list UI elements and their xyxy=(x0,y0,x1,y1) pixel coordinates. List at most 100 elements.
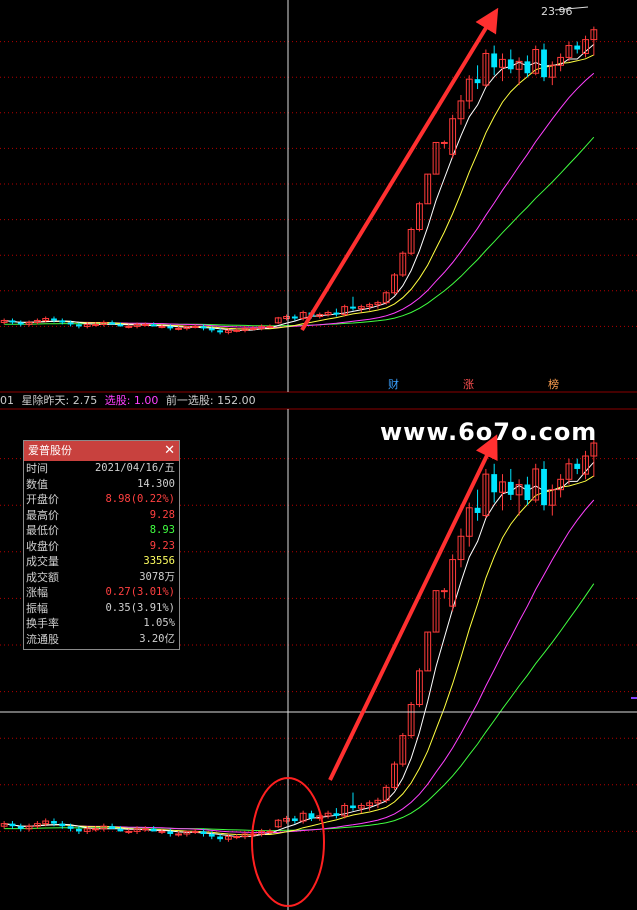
candle-body xyxy=(291,316,298,319)
candle-body xyxy=(17,322,24,325)
candle-body xyxy=(350,306,356,309)
infobox-label: 最低价 xyxy=(26,524,59,537)
candle-body xyxy=(200,326,207,329)
candle-body xyxy=(507,481,514,495)
candle-body xyxy=(333,312,340,315)
candle-body xyxy=(117,324,124,327)
candle-body xyxy=(9,320,16,323)
infobox-label: 振幅 xyxy=(26,601,48,615)
quote-info-box[interactable]: 爱普股份 ✕ 时间 2021/04/16/五 数值 14.300 开盘价 8.98(0.2… xyxy=(23,440,180,650)
watermark: www.6o7o.com xyxy=(380,418,598,446)
candle-body xyxy=(474,507,481,513)
infobox-value: 1.05% xyxy=(143,617,175,629)
ma-line xyxy=(4,44,595,331)
candle-body xyxy=(167,326,174,329)
peak-price-label: 23.96 xyxy=(541,5,573,18)
candle-body xyxy=(440,590,448,593)
infobox-label: 最高价 xyxy=(26,508,59,522)
candle-body xyxy=(125,325,133,328)
candle-body xyxy=(266,325,274,328)
infobox-value: 3078万 xyxy=(139,570,175,583)
infobox-row: 最低价 8.93 xyxy=(24,523,179,539)
infobox-row: 涨幅 0.27(3.01%) xyxy=(24,585,179,601)
infobox-value: 14.300 xyxy=(137,477,175,490)
candle-body xyxy=(266,830,274,833)
infobox-label: 时间 xyxy=(26,462,48,475)
candle-body xyxy=(233,836,241,839)
candle-body xyxy=(59,823,66,827)
candle-body xyxy=(541,49,547,78)
candle-body xyxy=(541,468,547,506)
infobox-row: 振幅 0.35(3.91%) xyxy=(24,601,179,617)
infobox-label: 换手率 xyxy=(26,617,59,630)
candle-body xyxy=(524,61,531,74)
candle-body xyxy=(474,79,481,84)
infobox-row: 开盘价 8.98(0.22%) xyxy=(24,492,179,508)
marker-zhang[interactable]: 涨 xyxy=(461,376,476,392)
infobox-value: 9.28 xyxy=(149,508,175,521)
candle-body xyxy=(125,830,133,833)
infobox-label: 涨幅 xyxy=(26,586,48,599)
candle-body xyxy=(440,141,448,144)
candle-body xyxy=(208,833,215,837)
candle-body xyxy=(92,323,99,326)
candle-body xyxy=(141,323,149,326)
candle-body xyxy=(75,324,82,327)
candle-body xyxy=(67,826,74,829)
infobox-label: 开盘价 xyxy=(26,493,59,506)
candle-body xyxy=(92,828,99,831)
infobox-value: 9.23 xyxy=(149,539,175,552)
candle-body xyxy=(109,322,116,325)
candle-body xyxy=(150,324,157,327)
infobox-row: 流通股 3.20亿 xyxy=(24,632,179,648)
candle-body xyxy=(217,330,224,333)
candle-body xyxy=(67,322,74,325)
candle-body xyxy=(333,813,340,816)
candle-body xyxy=(158,325,166,328)
candle-body xyxy=(51,821,57,824)
infobox-value: 33556 xyxy=(143,555,175,567)
candle-body xyxy=(507,59,514,70)
candle-body xyxy=(524,484,531,501)
candle-body xyxy=(117,828,124,832)
infobox-label: 成交量 xyxy=(26,555,59,568)
ma-line xyxy=(4,54,595,330)
top-candles xyxy=(0,26,598,335)
candle-body xyxy=(200,831,207,834)
infobox-row: 数值 14.300 xyxy=(24,477,179,493)
candle-body xyxy=(574,45,581,50)
infobox-row: 最高价 9.28 xyxy=(24,508,179,524)
marker-bang[interactable]: 榜 xyxy=(546,376,561,392)
marker-cai[interactable]: 财 xyxy=(386,376,401,392)
candle-body xyxy=(175,833,182,836)
candle-body xyxy=(217,836,224,840)
infobox-row: 成交额 3078万 xyxy=(24,570,179,586)
candle-body xyxy=(233,329,241,332)
candle-body xyxy=(208,328,215,331)
infobox-label: 流通股 xyxy=(26,632,59,646)
candle-body xyxy=(9,823,16,827)
indicator-bar: 01 星除昨天: 2.75 选股: 1.00 前一选股: 152.00 xyxy=(0,393,637,409)
top-panel-grid xyxy=(0,41,637,327)
indicator-xg: 选股: 1.00 xyxy=(104,394,159,407)
candle-body xyxy=(158,830,166,833)
ma-line xyxy=(4,136,595,327)
ma-line xyxy=(4,72,595,329)
candle-body xyxy=(59,320,66,323)
infobox-row: 收盘价 9.23 xyxy=(24,539,179,555)
infobox-label: 数值 xyxy=(26,477,48,491)
infobox-label: 成交额 xyxy=(26,570,59,584)
candle-body xyxy=(75,828,82,832)
candle-body xyxy=(175,327,182,330)
indicator-prev: 前一选股: 152.00 xyxy=(165,394,256,407)
candle-body xyxy=(109,826,116,829)
infobox-label: 收盘价 xyxy=(26,539,59,553)
candle-body xyxy=(491,474,498,493)
infobox-value: 8.98(0.22%) xyxy=(105,493,175,505)
close-icon[interactable]: ✕ xyxy=(164,441,175,461)
candle-body xyxy=(574,463,581,469)
infobox-row: 换手率 1.05% xyxy=(24,616,179,632)
top-moving-averages xyxy=(4,44,595,331)
candle-body xyxy=(141,828,149,831)
infobox-header: 爱普股份 ✕ xyxy=(24,441,179,461)
